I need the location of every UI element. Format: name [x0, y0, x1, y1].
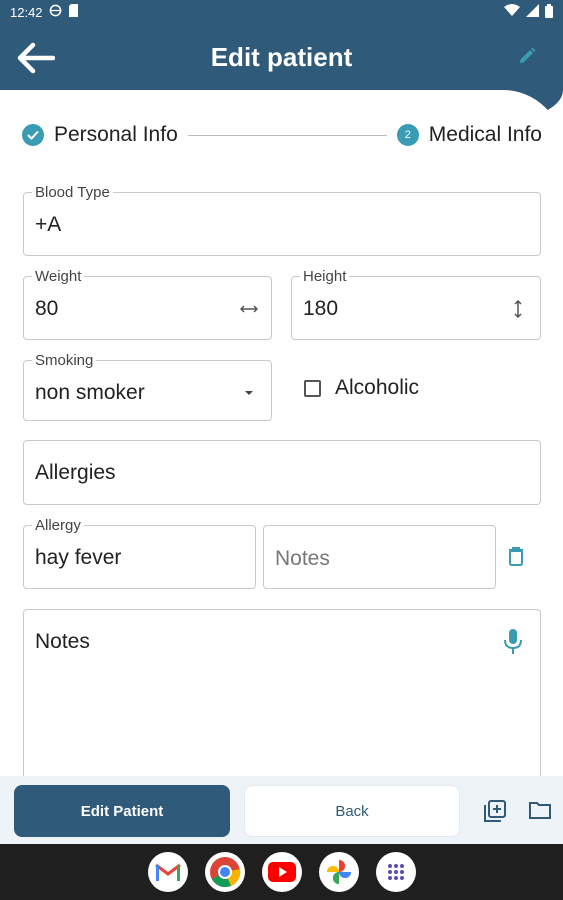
microphone-icon[interactable] — [502, 628, 526, 658]
photos-icon[interactable] — [318, 852, 359, 892]
field-label: Blood Type — [32, 184, 113, 201]
smoking-select[interactable]: Smoking non smoker — [23, 352, 272, 421]
back-button[interactable]: Back — [244, 785, 460, 837]
checkbox-box[interactable] — [304, 379, 321, 397]
step-number: 2 — [396, 124, 419, 146]
trash-icon[interactable] — [508, 546, 528, 568]
status-time: 12:42 — [10, 4, 43, 20]
section-title: Allergies — [35, 461, 116, 484]
field-value: 80 — [35, 297, 59, 320]
dropdown-arrow-icon — [239, 383, 259, 403]
weight-field[interactable]: Weight 80 — [23, 268, 272, 340]
folder-icon[interactable] — [529, 800, 553, 824]
gmail-icon[interactable] — [147, 852, 188, 892]
app-drawer-icon[interactable] — [375, 852, 416, 892]
blood-type-field[interactable]: Blood Type +A — [23, 184, 541, 256]
step-label: Medical Info — [428, 123, 542, 146]
field-label: Weight — [32, 268, 85, 285]
height-arrows-icon — [508, 299, 528, 319]
step-label: Personal Info — [54, 123, 178, 146]
field-label: Height — [300, 268, 350, 285]
allergies-section[interactable]: Allergies — [23, 440, 541, 505]
page-title: Edit patient — [210, 42, 353, 72]
wifi-icon — [504, 4, 520, 20]
edit-patient-button[interactable]: Edit Patient — [14, 785, 230, 837]
height-field[interactable]: Height 180 — [291, 268, 541, 340]
step-personal-info[interactable]: Personal Info — [22, 123, 178, 147]
width-arrows-icon — [239, 299, 259, 319]
globe-icon — [49, 4, 62, 20]
app-dock — [0, 844, 563, 900]
sd-card-icon — [68, 4, 79, 20]
bottom-action-bar: Edit Patient Back — [0, 776, 563, 844]
signal-icon — [526, 4, 539, 20]
notes-textarea[interactable]: Notes — [23, 609, 541, 799]
field-label: Allergy — [32, 517, 84, 534]
step-connector — [187, 134, 387, 136]
field-label: Smoking — [32, 352, 97, 369]
alcoholic-checkbox[interactable]: Alcoholic — [304, 376, 419, 400]
status-bar: 12:42 — [0, 0, 563, 24]
check-icon — [22, 124, 44, 146]
step-medical-info[interactable]: 2 Medical Info — [396, 123, 542, 147]
checkbox-label: Alcoholic — [335, 376, 420, 399]
field-value: 180 — [303, 297, 339, 320]
notes-label: Notes — [35, 630, 90, 653]
stepper: Personal Info 2 Medical Info — [22, 120, 542, 150]
field-value: hay fever — [35, 546, 122, 569]
field-value: non smoker — [35, 381, 145, 404]
battery-icon — [545, 3, 553, 21]
add-box-icon[interactable] — [484, 800, 508, 824]
field-placeholder: Notes — [275, 547, 330, 570]
youtube-icon[interactable] — [261, 852, 302, 892]
chrome-icon[interactable] — [204, 852, 245, 892]
field-value: +A — [35, 213, 62, 236]
pencil-icon[interactable] — [517, 46, 539, 68]
allergy-notes-field[interactable]: Notes — [263, 525, 496, 589]
allergy-field[interactable]: Allergy hay fever — [23, 517, 256, 589]
